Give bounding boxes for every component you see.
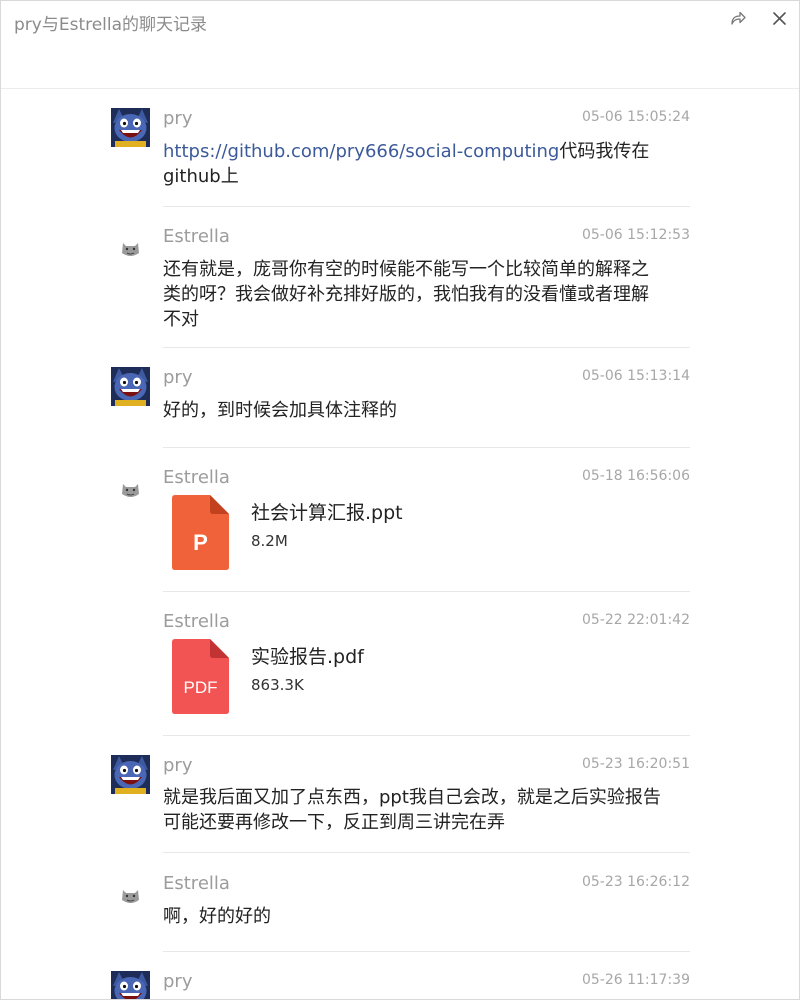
avatar[interactable] [111, 971, 150, 999]
message-text-line: 可能还要再修改一下，反正到周三讲完在弄 [163, 812, 505, 833]
message-divider [163, 591, 690, 592]
message-timestamp: 05-26 11:17:39 [581, 972, 690, 988]
file-attachment[interactable]: PDF 实验报告.pdf 863.3K [172, 639, 692, 714]
message-timestamp: 05-06 15:13:14 [581, 368, 690, 384]
file-name: 实验报告.pdf [251, 646, 364, 668]
window-title: pry与Estrella的聊天记录 [14, 15, 208, 35]
sender-name: Estrella [163, 611, 230, 632]
message-timestamp: 05-06 15:05:24 [581, 109, 690, 125]
message-text: https://github.com/pry666/social-computi… [163, 139, 663, 189]
message-list[interactable]: pry 05-06 15:05:24 https://github.com/pr… [1, 89, 799, 999]
share-icon [731, 11, 746, 25]
sender-name: Estrella [163, 467, 230, 488]
file-size: 863.3K [251, 676, 304, 694]
message-divider [163, 347, 690, 348]
message-divider [163, 735, 690, 736]
message-divider [163, 206, 690, 207]
sender-name: pry [163, 108, 193, 129]
avatar[interactable] [111, 755, 150, 794]
share-button[interactable] [726, 6, 750, 30]
message-text-line: github上 [163, 166, 239, 187]
avatar[interactable] [111, 878, 150, 917]
message-text: 啊，好的好的 [163, 906, 271, 927]
message-text-line: 不对 [163, 309, 199, 330]
title-bar: pry与Estrella的聊天记录 [1, 1, 799, 89]
chat-history-window: pry与Estrella的聊天记录 pry 05-06 15:05:24 htt… [0, 0, 800, 1000]
file-size: 8.2M [251, 532, 288, 550]
message-divider [163, 951, 690, 952]
avatar[interactable] [111, 472, 150, 511]
svg-text:PDF: PDF [184, 678, 218, 697]
sender-name: pry [163, 367, 193, 388]
message-link[interactable]: https://github.com/pry666/social-computi… [163, 141, 559, 162]
message-divider [163, 447, 690, 448]
message-text-segment: 代码我传在 [559, 141, 650, 162]
avatar[interactable] [111, 231, 150, 270]
message-text: 就是我后面又加了点东西，ppt我自己会改，就是之后实验报告 可能还要再修改一下，… [163, 785, 663, 835]
file-attachment[interactable]: P 社会计算汇报.ppt 8.2M [172, 495, 692, 570]
message-timestamp: 05-23 16:20:51 [581, 756, 690, 772]
file-name: 社会计算汇报.ppt [251, 502, 403, 524]
close-icon [772, 11, 786, 25]
sender-name: Estrella [163, 873, 230, 894]
sender-name: Estrella [163, 226, 230, 247]
message-timestamp: 05-18 16:56:06 [581, 468, 690, 484]
message-text: 好的，到时候会加具体注释的 [163, 400, 397, 421]
pdf-file-icon: PDF [172, 639, 229, 714]
sender-name: pry [163, 755, 193, 776]
message-text-line: 就是我后面又加了点东西，ppt我自己会改，就是之后实验报告 [163, 787, 661, 808]
ppt-file-icon: P [172, 495, 229, 570]
message-timestamp: 05-23 16:26:12 [581, 874, 690, 890]
message-timestamp: 05-06 15:12:53 [581, 227, 690, 243]
avatar[interactable] [111, 367, 150, 406]
avatar[interactable] [111, 108, 150, 147]
message-timestamp: 05-22 22:01:42 [581, 612, 690, 628]
message-text-line: 类的呀？我会做好补充排好版的，我怕我有的没看懂或者理解 [163, 284, 649, 305]
message-text: 还有就是，庞哥你有空的时候能不能写一个比较简单的解释之 类的呀？我会做好补充排好… [163, 257, 663, 332]
sender-name: pry [163, 971, 193, 992]
message-divider [163, 852, 690, 853]
svg-text:P: P [193, 530, 208, 555]
message-text-line: 还有就是，庞哥你有空的时候能不能写一个比较简单的解释之 [163, 259, 649, 280]
close-button[interactable] [767, 6, 791, 30]
